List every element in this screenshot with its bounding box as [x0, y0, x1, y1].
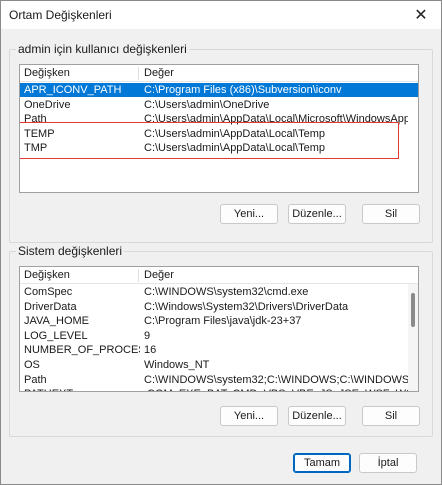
ok-button[interactable]: Tamam — [293, 453, 351, 473]
scrollbar-thumb[interactable] — [411, 293, 415, 327]
variable-name: LOG_LEVEL — [24, 329, 88, 342]
variable-name: JAVA_HOME — [24, 315, 89, 328]
variable-value: C:\Users\admin\OneDrive — [144, 98, 270, 111]
system-variables-group: Sistem değişkenleri Değişken Değer ComSp… — [9, 244, 433, 437]
system-delete-button[interactable]: Sil — [362, 406, 420, 426]
user-edit-button[interactable]: Düzenle... — [288, 204, 346, 224]
column-divider[interactable] — [138, 269, 139, 282]
window-title: Ortam Değişkenleri — [9, 8, 112, 22]
variable-value: 16 — [144, 344, 157, 357]
column-header-value[interactable]: Değer — [144, 67, 174, 79]
user-variables-list[interactable]: Değişken Değer APR_ICONV_PATH C:\Program … — [19, 64, 419, 193]
variable-name: DriverData — [24, 300, 77, 313]
system-variable-row[interactable]: PATHEXT .COM;.EXE;.BAT;.CMD;.VBS;.VBE;.JS… — [20, 387, 418, 391]
user-variable-row[interactable]: OneDrive C:\Users\admin\OneDrive — [20, 98, 418, 112]
system-list-scrollbar[interactable] — [408, 284, 418, 391]
variable-value: C:\Program Files\java\jdk-23+37 — [144, 315, 302, 328]
system-variable-row[interactable]: LOG_LEVEL 9 — [20, 329, 418, 343]
column-header-variable[interactable]: Değişken — [24, 269, 70, 281]
variable-value: C:\Users\admin\AppData\Local\Temp — [144, 142, 325, 155]
system-variable-row[interactable]: OS Windows_NT — [20, 358, 418, 372]
variable-name: OS — [24, 359, 40, 371]
variable-name: ComSpec — [24, 286, 73, 298]
user-list-header: Değişken Değer — [20, 65, 418, 82]
variable-value: 9 — [144, 329, 151, 342]
user-new-button[interactable]: Yeni... — [220, 204, 278, 224]
variable-value: C:\Users\admin\AppData\Local\Temp — [144, 127, 325, 140]
variable-name: Path — [24, 113, 47, 126]
user-variables-label: admin için kullanıcı değişkenleri — [16, 42, 189, 56]
column-header-value[interactable]: Değer — [144, 269, 174, 281]
system-edit-button[interactable]: Düzenle... — [288, 406, 346, 426]
system-variable-row[interactable]: Path C:\WINDOWS\system32;C:\WINDOWS;C:\WI… — [20, 373, 418, 387]
user-variable-row[interactable]: TMP C:\Users\admin\AppData\Local\Temp — [20, 141, 418, 155]
variable-name: APR_ICONV_PATH — [24, 84, 122, 96]
cancel-button[interactable]: İptal — [359, 453, 417, 473]
user-delete-button[interactable]: Sil — [362, 204, 420, 224]
variable-value: C:\Program Files (x86)\Subversion\iconv — [144, 84, 342, 96]
variable-value: Windows_NT — [144, 359, 210, 371]
variable-value: C:\Users\admin\AppData\Local\Microsoft\W… — [144, 113, 408, 126]
variable-value: C:\WINDOWS\system32;C:\WINDOWS;C:\WINDOW… — [144, 373, 408, 386]
variable-name: TMP — [24, 142, 48, 155]
user-variables-group: admin için kullanıcı değişkenleri Değişk… — [9, 42, 433, 243]
environment-variables-dialog: Ortam Değişkenleri ✕ admin için kullanıc… — [0, 0, 442, 485]
system-variable-row[interactable]: NUMBER_OF_PROCESSORS 16 — [20, 343, 418, 357]
variable-name: OneDrive — [24, 98, 71, 111]
column-header-variable[interactable]: Değişken — [24, 67, 70, 79]
user-variable-row[interactable]: Path C:\Users\admin\AppData\Local\Microso… — [20, 112, 418, 126]
system-variables-list[interactable]: Değişken Değer ComSpec C:\WINDOWS\system3… — [19, 266, 419, 392]
user-variable-row[interactable]: TEMP C:\Users\admin\AppData\Local\Temp — [20, 127, 418, 141]
system-variable-row[interactable]: DriverData C:\Windows\System32\Drivers\Dr… — [20, 300, 418, 314]
variable-name: PATHEXT — [24, 387, 140, 391]
variable-name: Path — [24, 373, 47, 386]
variable-name: NUMBER_OF_PROCESSORS — [24, 344, 140, 357]
system-list-header: Değişken Değer — [20, 267, 418, 284]
title-bar[interactable]: Ortam Değişkenleri ✕ — [1, 1, 441, 29]
system-variables-label: Sistem değişkenleri — [16, 244, 125, 258]
system-variable-row[interactable]: ComSpec C:\WINDOWS\system32\cmd.exe — [20, 285, 418, 299]
system-variable-row[interactable]: JAVA_HOME C:\Program Files\java\jdk-23+37 — [20, 314, 418, 328]
variable-value: .COM;.EXE;.BAT;.CMD;.VBS;.VBE;.JS;.JSE;.… — [144, 387, 408, 391]
variable-name: TEMP — [24, 127, 55, 140]
close-icon[interactable]: ✕ — [401, 1, 441, 29]
column-divider[interactable] — [138, 67, 139, 80]
variable-value: C:\Windows\System32\Drivers\DriverData — [144, 300, 349, 313]
variable-value: C:\WINDOWS\system32\cmd.exe — [144, 286, 309, 298]
user-variable-row[interactable]: APR_ICONV_PATH C:\Program Files (x86)\Sub… — [20, 83, 418, 97]
system-new-button[interactable]: Yeni... — [220, 406, 278, 426]
